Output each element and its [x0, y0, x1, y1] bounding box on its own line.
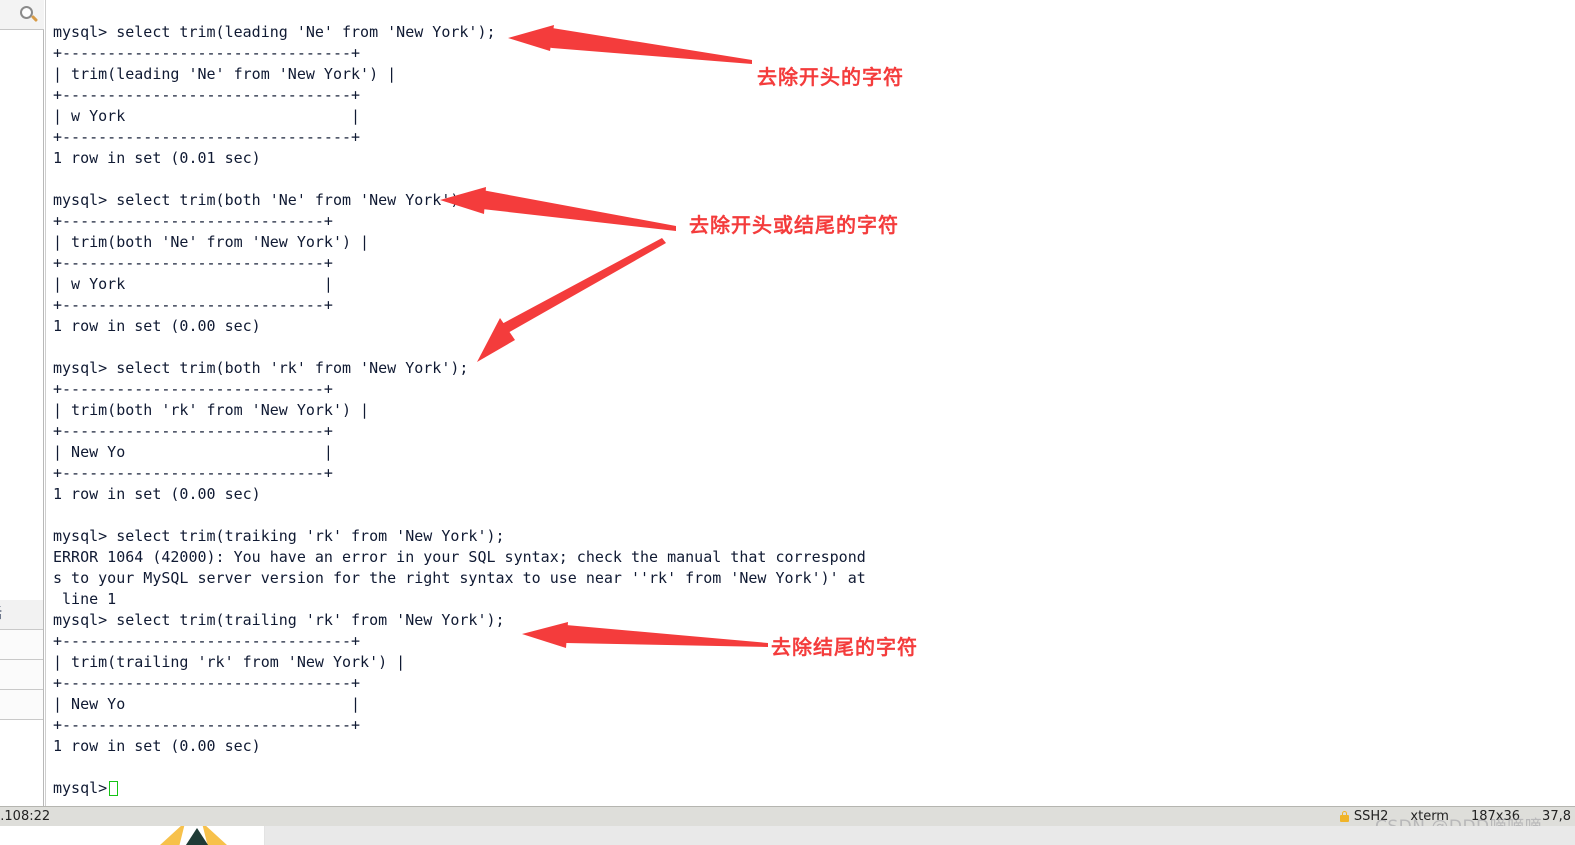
taskbar — [0, 826, 1575, 845]
terminal-error-line: line 1 — [53, 590, 117, 608]
terminal-pane[interactable]: mysql> select trim(leading 'Ne' from 'Ne… — [45, 0, 1575, 806]
taskbar-empty-area — [265, 826, 1575, 845]
terminal-line: 1 row in set (0.00 sec) — [53, 317, 261, 335]
terminal-line: | w York | — [53, 107, 361, 125]
taskbar-app-tile[interactable] — [0, 826, 265, 845]
lock-body — [1339, 815, 1349, 822]
status-cursor-position: 37,8 — [1542, 809, 1571, 824]
terminal-line: +--------------------------------+ — [53, 44, 361, 62]
sidebar-item-1[interactable] — [0, 630, 43, 660]
terminal-line: +-----------------------------+ — [53, 380, 333, 398]
terminal-line: +-----------------------------+ — [53, 464, 333, 482]
terminal-line: +-----------------------------+ — [53, 254, 333, 272]
sidebar-item-2[interactable] — [0, 660, 43, 690]
sidebar-item-3[interactable] — [0, 690, 43, 720]
terminal-line: +-----------------------------+ — [53, 296, 333, 314]
terminal-cursor — [109, 781, 119, 796]
terminal-error-line: s to your MySQL server version for the r… — [53, 569, 866, 587]
terminal-line: | w York | — [53, 275, 333, 293]
terminal-error-line: ERROR 1064 (42000): You have an error in… — [53, 548, 866, 566]
terminal-line: +--------------------------------+ — [53, 716, 361, 734]
terminal-output: mysql> select trim(leading 'Ne' from 'Ne… — [53, 22, 1568, 799]
sidebar-item-label: 会话 — [0, 603, 2, 623]
sidebar-item-session[interactable]: 会话 — [0, 600, 43, 630]
sidebar-toolbar — [0, 0, 44, 30]
terminal-line: mysql> select trim(both 'rk' from 'New Y… — [53, 359, 469, 377]
terminal-line: 1 row in set (0.01 sec) — [53, 149, 261, 167]
status-address: 3.108:22 — [0, 809, 51, 824]
sidebar-session-list: 会话 — [0, 600, 43, 720]
screen-root: 会话 mysql> select trim(leading 'Ne' from … — [0, 0, 1575, 845]
terminal-line: mysql> select trim(traiking 'rk' from 'N… — [53, 527, 505, 545]
status-bar: 3.108:22 SSH2 xterm 187x36 37,8 — [0, 806, 1575, 826]
terminal-line: | trim(both 'Ne' from 'New York') | — [53, 233, 370, 251]
terminal-line: +-----------------------------+ — [53, 422, 333, 440]
search-icon-handle — [30, 14, 39, 23]
terminal-line: 1 row in set (0.00 sec) — [53, 485, 261, 503]
terminal-line: +--------------------------------+ — [53, 128, 361, 146]
terminal-line: | trim(both 'rk' from 'New York') | — [53, 401, 370, 419]
terminal-line: mysql> select trim(trailing 'rk' from 'N… — [53, 611, 505, 629]
terminal-line: | trim(trailing 'rk' from 'New York') | — [53, 653, 406, 671]
sidebar-body: 会话 — [0, 30, 43, 806]
taskbar-icon-wing-left — [156, 826, 186, 845]
terminal-prompt-line: mysql> — [53, 778, 1568, 799]
search-icon[interactable] — [19, 5, 39, 25]
terminal-line: +-----------------------------+ — [53, 212, 333, 230]
terminal-line: +--------------------------------+ — [53, 632, 361, 650]
terminal-line: | New Yo | — [53, 695, 361, 713]
session-sidebar: 会话 — [0, 0, 44, 806]
terminal-line: +--------------------------------+ — [53, 86, 361, 104]
terminal-line: +--------------------------------+ — [53, 674, 361, 692]
lock-icon — [1339, 811, 1349, 822]
taskbar-icon-core — [184, 828, 210, 845]
terminal-line: mysql> select trim(both 'Ne' from 'New Y… — [53, 191, 469, 209]
prompt-text: mysql> — [53, 779, 108, 797]
terminal-line: | trim(leading 'Ne' from 'New York') | — [53, 65, 397, 83]
terminal-line: 1 row in set (0.00 sec) — [53, 737, 261, 755]
terminal-line: mysql> select trim(leading 'Ne' from 'Ne… — [53, 23, 496, 41]
terminal-line: | New Yo | — [53, 443, 333, 461]
